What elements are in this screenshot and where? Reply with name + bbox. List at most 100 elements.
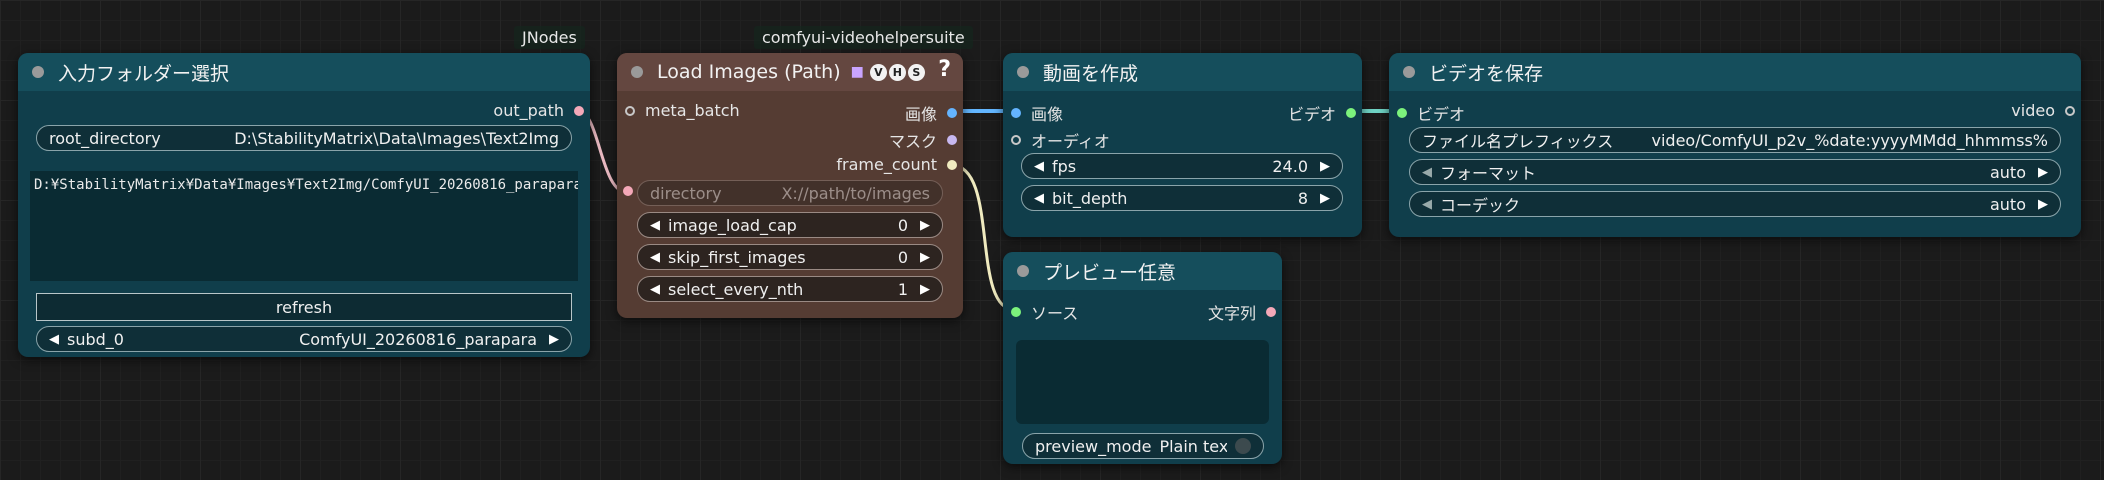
- collapse-dot-icon[interactable]: [32, 66, 44, 78]
- slot-dot-icon[interactable]: [947, 159, 957, 170]
- slot-dot-icon[interactable]: [947, 135, 957, 145]
- slot-dot-icon[interactable]: [1346, 108, 1356, 118]
- source-input-slot[interactable]: ソース: [1011, 300, 1078, 324]
- left-arrow-icon[interactable]: ◀: [1034, 191, 1044, 206]
- collapse-dot-icon[interactable]: [1017, 66, 1029, 78]
- node-title-bar[interactable]: 動画を作成: [1003, 53, 1362, 91]
- slot-label: video: [2011, 101, 2055, 120]
- slot-label: 画像: [1031, 105, 1064, 124]
- slot-label: frame_count: [836, 155, 937, 174]
- help-icon[interactable]: ?: [938, 57, 951, 82]
- right-arrow-icon[interactable]: ▶: [549, 332, 559, 347]
- right-arrow-icon[interactable]: ▶: [920, 218, 930, 233]
- widget-label: directory: [650, 183, 722, 203]
- image-output-slot[interactable]: 画像: [905, 101, 957, 125]
- load-images-node[interactable]: Load Images (Path) ■ V H S ? meta_batch …: [617, 53, 963, 318]
- widget-value: 1: [897, 279, 908, 299]
- slot-dot-icon[interactable]: [623, 186, 633, 196]
- mask-output-slot[interactable]: マスク: [889, 128, 957, 152]
- codec-combo[interactable]: ◀ コーデック auto ▶: [1409, 191, 2061, 217]
- path-textarea[interactable]: D:¥StabilityMatrix¥Data¥Images¥Text2Img/…: [30, 171, 578, 281]
- video-output-slot[interactable]: video: [2011, 101, 2075, 120]
- left-arrow-icon[interactable]: ◀: [650, 250, 660, 265]
- node-title-bar[interactable]: プレビュー任意: [1003, 252, 1282, 290]
- image-load-cap-widget[interactable]: ◀ image_load_cap 0 ▶: [637, 212, 943, 238]
- right-arrow-icon[interactable]: ▶: [920, 250, 930, 265]
- toggle-icon[interactable]: [1235, 438, 1251, 454]
- right-arrow-icon[interactable]: ▶: [1320, 159, 1330, 174]
- fps-widget[interactable]: ◀ fps 24.0 ▶: [1021, 153, 1343, 179]
- vhs-logo: ■ V H S: [850, 63, 925, 81]
- left-arrow-icon[interactable]: ◀: [49, 332, 59, 347]
- left-arrow-icon[interactable]: ◀: [650, 218, 660, 233]
- right-arrow-icon[interactable]: ▶: [1320, 191, 1330, 206]
- collapse-dot-icon[interactable]: [631, 66, 643, 78]
- mascot-icon: ■: [850, 64, 864, 80]
- widget-label: コーデック: [1440, 196, 1521, 215]
- jnodes-badge: JNodes: [514, 26, 585, 49]
- slot-dot-icon[interactable]: [947, 108, 957, 118]
- folder-select-node[interactable]: 入力フォルダー選択 out_path root_directory D:\Sta…: [18, 53, 590, 357]
- subd-combo[interactable]: ◀ subd_0 ComfyUI_20260816_parapara ▶: [36, 326, 572, 352]
- out-path-slot[interactable]: out_path: [493, 101, 584, 120]
- widget-label: ファイル名プレフィックス: [1422, 132, 1614, 151]
- slot-dot-icon[interactable]: [2065, 105, 2075, 116]
- skip-first-images-widget[interactable]: ◀ skip_first_images 0 ▶: [637, 244, 943, 270]
- meta-batch-slot[interactable]: meta_batch: [625, 101, 740, 120]
- widget-label: subd_0: [67, 329, 124, 349]
- slot-label: ビデオ: [1417, 105, 1466, 124]
- slot-dot-icon[interactable]: [625, 105, 635, 116]
- slot-label: meta_batch: [645, 101, 740, 120]
- video-output-slot[interactable]: ビデオ: [1288, 101, 1356, 125]
- vhs-letter: S: [907, 63, 925, 81]
- collapse-dot-icon[interactable]: [1403, 66, 1415, 78]
- left-arrow-icon[interactable]: ◀: [650, 282, 660, 297]
- widget-label: preview_mode: [1035, 436, 1152, 456]
- widget-label: image_load_cap: [668, 215, 797, 235]
- slot-dot-icon[interactable]: [1266, 307, 1276, 317]
- slot-dot-icon[interactable]: [1011, 108, 1021, 118]
- widget-value: D:\StabilityMatrix\Data\Images\Text2Img: [234, 128, 559, 148]
- image-input-slot[interactable]: 画像: [1011, 101, 1063, 125]
- widget-value: Plain text: [1159, 436, 1227, 456]
- left-arrow-icon[interactable]: ◀: [1422, 197, 1432, 212]
- left-arrow-icon[interactable]: ◀: [1034, 159, 1044, 174]
- save-video-node[interactable]: ビデオを保存 ビデオ video ファイル名プレフィックス video/Comf…: [1389, 53, 2081, 237]
- left-arrow-icon[interactable]: ◀: [1422, 165, 1432, 180]
- slot-dot-icon[interactable]: [1011, 307, 1021, 317]
- audio-input-slot[interactable]: オーディオ: [1011, 128, 1110, 152]
- preview-mode-widget[interactable]: preview_mode Plain text: [1022, 433, 1264, 459]
- preview-any-node[interactable]: プレビュー任意 ソース 文字列 preview_mode Plain text: [1003, 252, 1282, 464]
- right-arrow-icon[interactable]: ▶: [920, 282, 930, 297]
- slot-label: マスク: [888, 132, 937, 151]
- widget-placeholder: X://path/to/images: [781, 183, 930, 203]
- node-title: プレビュー任意: [1043, 261, 1177, 284]
- node-title: 入力フォルダー選択: [58, 62, 230, 85]
- node-title: Load Images (Path): [657, 61, 841, 83]
- widget-value: 0: [897, 247, 908, 267]
- widget-label: フォーマット: [1440, 164, 1537, 183]
- slot-label: オーディオ: [1031, 132, 1110, 151]
- create-video-node[interactable]: 動画を作成 画像 オーディオ ビデオ ◀ fps 24.0 ▶ ◀ bit_de…: [1003, 53, 1362, 237]
- slot-dot-icon[interactable]: [1011, 135, 1021, 145]
- collapse-dot-icon[interactable]: [1017, 265, 1029, 277]
- right-arrow-icon[interactable]: ▶: [2038, 165, 2048, 180]
- widget-value: ComfyUI_20260816_parapara: [299, 329, 537, 349]
- bit-depth-widget[interactable]: ◀ bit_depth 8 ▶: [1021, 185, 1343, 211]
- frame-count-output-slot[interactable]: frame_count: [836, 155, 957, 174]
- directory-widget[interactable]: directory X://path/to/images: [637, 180, 943, 206]
- slot-dot-icon[interactable]: [1397, 108, 1407, 118]
- node-title-bar[interactable]: 入力フォルダー選択: [18, 53, 590, 91]
- format-combo[interactable]: ◀ フォーマット auto ▶: [1409, 159, 2061, 185]
- node-title-bar[interactable]: Load Images (Path) ■ V H S: [617, 53, 963, 91]
- widget-label: fps: [1052, 156, 1077, 176]
- filename-prefix-widget[interactable]: ファイル名プレフィックス video/ComfyUI_p2v_%date:yyy…: [1409, 127, 2061, 153]
- slot-dot-icon[interactable]: [574, 105, 584, 116]
- video-input-slot[interactable]: ビデオ: [1397, 101, 1465, 125]
- string-output-slot[interactable]: 文字列: [1208, 300, 1276, 324]
- right-arrow-icon[interactable]: ▶: [2038, 197, 2048, 212]
- refresh-button[interactable]: refresh: [36, 293, 572, 321]
- node-title-bar[interactable]: ビデオを保存: [1389, 53, 2081, 91]
- select-every-nth-widget[interactable]: ◀ select_every_nth 1 ▶: [637, 276, 943, 302]
- root-directory-widget[interactable]: root_directory D:\StabilityMatrix\Data\I…: [36, 125, 572, 151]
